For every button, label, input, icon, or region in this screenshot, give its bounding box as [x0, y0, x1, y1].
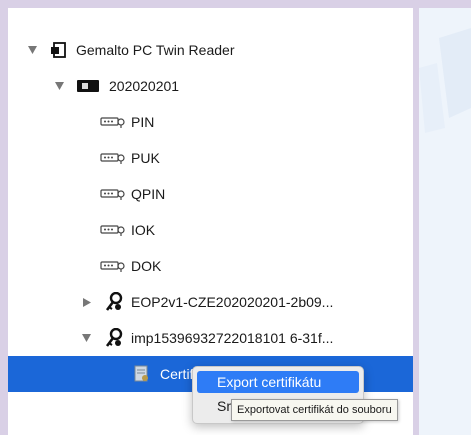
tooltip: Exportovat certifikát do souboru [231, 399, 398, 421]
disclosure-expanded-icon[interactable] [27, 45, 37, 55]
menu-item-export-certificate[interactable]: Export certifikátu [197, 371, 359, 393]
tree-row-pin[interactable]: DOK [8, 248, 413, 284]
detail-panel [419, 8, 471, 435]
tree-row-pin[interactable]: PIN [8, 104, 413, 140]
disclosure-expanded-icon[interactable] [81, 333, 91, 343]
tree-label-qpin: QPIN [131, 186, 166, 202]
smart-card-icon [77, 79, 99, 93]
tooltip-text: Exportovat certifikát do souboru [237, 404, 392, 416]
pin-keypad-icon [100, 151, 126, 165]
key-icon [104, 328, 124, 348]
tree-label-key: imp15396932722018101 6-31f... [131, 330, 334, 346]
tree-row-key[interactable]: imp15396932722018101 6-31f... [8, 320, 413, 356]
tree-label-pin: PIN [131, 114, 155, 130]
disclosure-expanded-icon[interactable] [54, 81, 64, 91]
disclosure-collapsed-icon[interactable] [82, 297, 92, 307]
key-icon [104, 292, 124, 312]
tree-row-pin[interactable]: QPIN [8, 176, 413, 212]
pin-keypad-icon [100, 115, 126, 129]
tree-row-pin[interactable]: IOK [8, 212, 413, 248]
tree-label-dok: DOK [131, 258, 162, 274]
certificate-icon [132, 364, 152, 384]
tree-row-reader[interactable]: Gemalto PC Twin Reader [8, 32, 413, 68]
card-reader-icon [50, 41, 68, 59]
pin-keypad-icon [100, 223, 126, 237]
tree-row-token[interactable]: 202020201 [8, 68, 413, 104]
tree-row-key[interactable]: EOP2v1-CZE202020201-2b09... [8, 284, 413, 320]
tree-label-token: 202020201 [109, 78, 180, 94]
pin-keypad-icon [100, 187, 126, 201]
menu-item-label: Export certifikátu [217, 374, 322, 390]
background-watermark [419, 28, 471, 133]
tree-label-puk: PUK [131, 150, 160, 166]
tree-label-iok: IOK [131, 222, 156, 238]
tree-label-reader: Gemalto PC Twin Reader [76, 42, 235, 58]
tree-row-pin[interactable]: PUK [8, 140, 413, 176]
tree-label-key: EOP2v1-CZE202020201-2b09... [131, 294, 334, 310]
pin-keypad-icon [100, 259, 126, 273]
